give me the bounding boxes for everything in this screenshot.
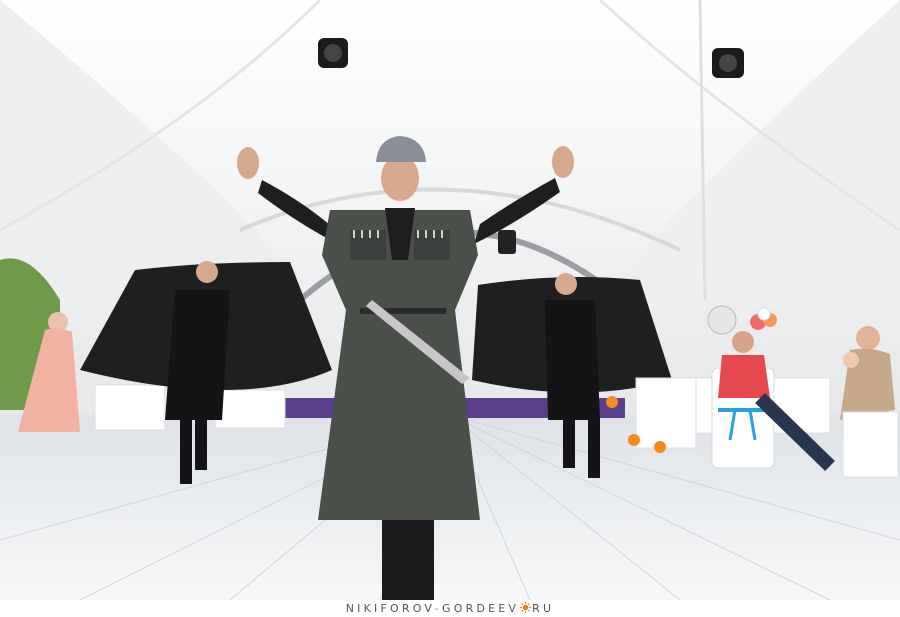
watermark-part1: NIKIFOROV — [345, 602, 435, 615]
fan — [707, 305, 737, 335]
stage-light-left — [318, 38, 348, 68]
stage-light-right — [712, 48, 744, 78]
photographer-watermark: NIKIFOROV-GORDEEV RU — [346, 600, 555, 617]
photo — [0, 0, 900, 600]
dance-photo-illustration — [0, 0, 900, 600]
spotlight — [498, 230, 516, 254]
watermark-separator: - — [434, 602, 443, 615]
watermark-bar: NIKIFOROV-GORDEEV RU — [0, 600, 900, 617]
watermark-part3: RU — [532, 602, 555, 615]
sun-icon — [520, 602, 532, 613]
watermark-part2: GORDEEV — [442, 602, 520, 615]
